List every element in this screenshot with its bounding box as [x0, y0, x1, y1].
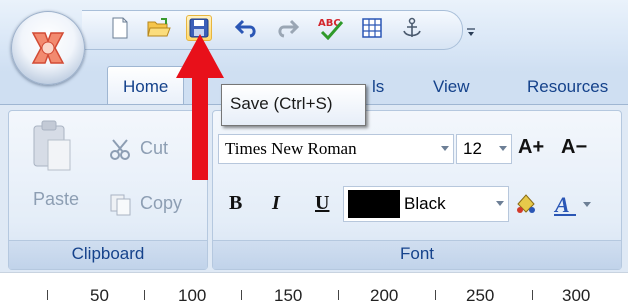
insert-table-button[interactable]: [360, 16, 384, 40]
ruler-label: 50: [90, 286, 109, 305]
tab-tools-label[interactable]: ls: [372, 77, 384, 97]
ruler-tick: [47, 290, 48, 300]
spell-check-icon: ABC: [318, 18, 344, 41]
bold-button[interactable]: B: [229, 192, 242, 215]
highlight-color-button[interactable]: [512, 190, 540, 218]
font-size-value: 12: [463, 139, 482, 158]
clipboard-group-title: Clipboard: [71, 244, 145, 263]
copy-button[interactable]: Copy: [108, 190, 198, 218]
paint-bucket-icon: [517, 194, 535, 213]
anchor-icon: [403, 17, 421, 37]
paste-icon: [33, 120, 71, 171]
clipboard-group-footer: Clipboard: [9, 240, 207, 269]
redo-icon: [278, 19, 300, 38]
underline-button[interactable]: U: [315, 192, 329, 215]
new-document-button[interactable]: [108, 16, 132, 40]
copy-label: Copy: [140, 193, 183, 213]
text-effects-button[interactable]: A: [552, 190, 592, 218]
ruler-tick: [532, 290, 533, 300]
color-swatch: [348, 190, 400, 218]
font-size-select[interactable]: 12: [456, 134, 512, 164]
ruler-label: 100: [178, 286, 207, 305]
grow-font-button[interactable]: A+: [518, 136, 544, 159]
ruler-label: 200: [370, 286, 399, 305]
chevron-down-icon: [583, 202, 591, 207]
customize-toolbar-button[interactable]: [466, 24, 476, 36]
font-family-value: Times New Roman: [225, 139, 357, 158]
ruler-tick: [241, 290, 242, 300]
paste-button[interactable]: [28, 118, 74, 184]
red-pointer-arrow: [176, 34, 224, 180]
italic-button[interactable]: I: [272, 192, 280, 215]
ruler-label: 150: [274, 286, 303, 305]
customize-toolbar-icon: [467, 28, 475, 36]
open-button[interactable]: [146, 16, 171, 40]
ruler-tick: [144, 290, 145, 300]
save-tooltip: Save (Ctrl+S): [221, 84, 366, 126]
application-logo-icon: [31, 32, 65, 64]
svg-text:A: A: [553, 192, 570, 217]
text-effects-icon: A: [553, 192, 576, 217]
undo-icon: [234, 19, 256, 38]
font-color-select[interactable]: Black: [343, 186, 509, 222]
application-button[interactable]: [11, 11, 85, 85]
ruler-tick: [435, 290, 436, 300]
tab-view[interactable]: View: [433, 77, 470, 97]
ruler-label: 250: [466, 286, 495, 305]
new-document-icon: [112, 17, 128, 39]
tab-home-label: Home: [123, 77, 169, 96]
open-folder-icon: [147, 18, 171, 37]
ruler-label: 300: [562, 286, 591, 305]
chevron-down-icon: [441, 146, 449, 151]
copy-icon: [110, 194, 131, 216]
chevron-down-icon: [499, 146, 507, 151]
tooltip-text: Save (Ctrl+S): [230, 94, 333, 113]
paste-label: Paste: [33, 189, 80, 209]
table-icon: [362, 18, 382, 38]
redo-button[interactable]: [274, 16, 300, 40]
undo-button[interactable]: [234, 16, 258, 40]
shrink-font-button[interactable]: A−: [561, 136, 587, 159]
cut-label: Cut: [140, 138, 169, 158]
spell-check-button[interactable]: ABC: [316, 16, 346, 41]
font-group-footer: Font: [213, 240, 621, 269]
font-family-select[interactable]: Times New Roman: [218, 134, 454, 164]
anchor-button[interactable]: [400, 16, 424, 40]
font-color-name: Black: [404, 194, 446, 213]
scissors-icon: [110, 139, 130, 160]
tab-resources[interactable]: Resources: [527, 77, 608, 97]
chevron-down-icon: [496, 201, 504, 206]
ruler-tick: [338, 290, 339, 300]
font-group-title: Font: [399, 244, 435, 263]
